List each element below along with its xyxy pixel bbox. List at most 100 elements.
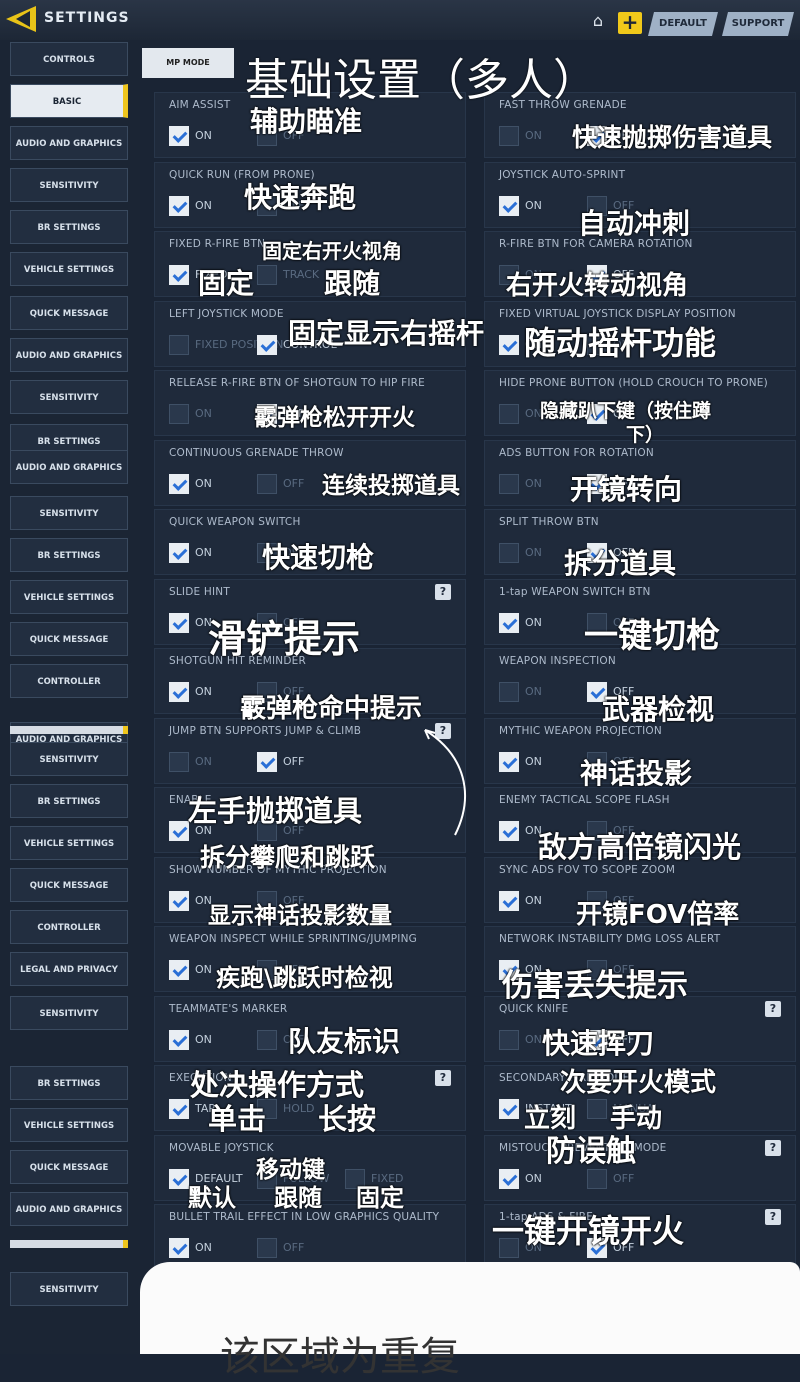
checkbox[interactable] xyxy=(257,334,277,355)
support-button[interactable]: SUPPORT xyxy=(722,12,794,36)
checkbox[interactable] xyxy=(169,404,189,424)
chinese-annotation: 开镜转向 xyxy=(570,473,683,506)
sidebar-item[interactable]: CONTROLLER xyxy=(10,664,128,698)
sidebar-item[interactable]: AUDIO AND GRAPHICS xyxy=(10,126,128,160)
checkbox[interactable] xyxy=(257,1029,277,1050)
option-label: ON xyxy=(195,963,212,976)
checkbox[interactable] xyxy=(499,1168,519,1189)
checkbox[interactable] xyxy=(257,751,277,772)
sidebar-item[interactable]: BR SETTINGS xyxy=(10,210,128,244)
home-icon[interactable]: ⌂ xyxy=(588,11,608,31)
checkbox[interactable] xyxy=(587,1099,607,1119)
sidebar-item[interactable]: SENSITIVITY xyxy=(10,1272,128,1306)
setting-title: SPLIT THROW BTN xyxy=(499,516,599,528)
sidebar-item[interactable]: VEHICLE SETTINGS xyxy=(10,580,128,614)
sidebar-item[interactable]: BR SETTINGS xyxy=(10,784,128,818)
checkbox[interactable] xyxy=(499,751,519,772)
chinese-annotation: 连续投掷道具 xyxy=(322,473,460,499)
checkbox[interactable] xyxy=(169,334,189,355)
checkbox[interactable] xyxy=(169,960,189,980)
setting-panel: BULLET TRAIL EFFECT IN LOW GRAPHICS QUAL… xyxy=(154,1204,466,1270)
sidebar-item[interactable]: QUICK MESSAGE xyxy=(10,296,128,330)
sidebar-item[interactable]: BR SETTINGS xyxy=(10,538,128,572)
sidebar-item[interactable]: BR SETTINGS xyxy=(10,1066,128,1100)
chinese-annotation: 一键切枪 xyxy=(584,616,720,656)
checkbox[interactable] xyxy=(499,612,519,633)
sidebar-item[interactable]: AUDIO AND GRAPHICS xyxy=(10,338,128,372)
checkbox[interactable] xyxy=(169,473,189,494)
checkbox[interactable] xyxy=(169,265,189,285)
option-label: ON xyxy=(525,893,542,907)
checkbox[interactable] xyxy=(499,404,519,424)
checkbox[interactable] xyxy=(169,1029,189,1050)
checkbox[interactable] xyxy=(499,1099,519,1119)
checkbox[interactable] xyxy=(169,543,189,563)
sidebar-item[interactable]: QUICK MESSAGE xyxy=(10,1150,128,1184)
sidebar-item[interactable]: LEGAL AND PRIVACY xyxy=(10,952,128,986)
checkbox[interactable] xyxy=(169,195,189,216)
default-button[interactable]: DEFAULT xyxy=(648,12,718,36)
sidebar-item[interactable]: VEHICLE SETTINGS xyxy=(10,826,128,860)
sidebar-item[interactable]: SENSITIVITY xyxy=(10,168,128,202)
checkbox[interactable] xyxy=(169,1168,189,1189)
checkbox[interactable] xyxy=(499,126,519,146)
sidebar-item[interactable]: AUDIO AND GRAPHICS xyxy=(10,450,128,484)
chinese-annotation: 次要开火模式 xyxy=(560,1068,717,1098)
checkbox[interactable] xyxy=(499,1029,519,1050)
checkbox[interactable] xyxy=(169,821,189,841)
setting-title: AIM ASSIST xyxy=(169,99,231,111)
option-label: ON xyxy=(525,129,542,142)
help-icon[interactable]: ? xyxy=(765,1209,781,1225)
checkbox[interactable] xyxy=(169,126,189,146)
checkbox[interactable] xyxy=(499,543,519,563)
checkbox[interactable] xyxy=(587,1168,607,1189)
help-icon[interactable]: ? xyxy=(765,1139,781,1156)
option-label: ON xyxy=(525,754,542,768)
sidebar-item[interactable]: SENSITIVITY xyxy=(10,380,128,414)
help-icon[interactable]: ? xyxy=(435,1070,451,1086)
checkbox[interactable] xyxy=(169,890,189,911)
checkbox[interactable] xyxy=(499,890,519,911)
checkbox[interactable] xyxy=(499,334,519,355)
checkbox[interactable] xyxy=(169,1238,189,1258)
checkbox[interactable] xyxy=(499,473,519,494)
plus-icon[interactable]: + xyxy=(618,12,642,34)
sidebar-item[interactable]: QUICK MESSAGE xyxy=(10,622,128,656)
chinese-annotation: 伤害丢失提示 xyxy=(502,968,688,1004)
checkbox[interactable] xyxy=(169,1099,189,1119)
setting-title: TEAMMATE'S MARKER xyxy=(169,1002,288,1015)
checkbox[interactable] xyxy=(169,612,189,633)
help-icon[interactable]: ? xyxy=(765,1000,781,1017)
setting-title: JUMP BTN SUPPORTS JUMP & CLIMB xyxy=(169,724,362,737)
sidebar-item[interactable]: CONTROLLER xyxy=(10,910,128,944)
sidebar-item[interactable]: CONTROLS xyxy=(10,42,128,76)
checkbox[interactable] xyxy=(257,265,277,285)
checkbox[interactable] xyxy=(499,195,519,216)
help-icon[interactable]: ? xyxy=(435,583,451,600)
sidebar-item[interactable]: VEHICLE SETTINGS xyxy=(10,1108,128,1142)
checkbox[interactable] xyxy=(169,682,189,702)
option-label: OFF xyxy=(283,476,305,490)
sidebar-item[interactable]: SENSITIVITY xyxy=(10,996,128,1030)
chinese-annotation: 辅助瞄准 xyxy=(250,105,363,138)
chinese-annotation: 随动摇杆功能 xyxy=(524,324,717,362)
sidebar-item[interactable]: SENSITIVITY xyxy=(10,742,128,776)
setting-title: ADS BUTTON FOR ROTATION xyxy=(499,446,654,459)
sidebar-item[interactable]: VEHICLE SETTINGS xyxy=(10,252,128,286)
checkbox[interactable] xyxy=(169,751,189,772)
checkbox[interactable] xyxy=(257,1238,277,1258)
sidebar-item[interactable]: SENSITIVITY xyxy=(10,496,128,530)
tab-mp-mode[interactable]: MP MODE xyxy=(142,48,234,78)
checkbox[interactable] xyxy=(499,821,519,841)
checkbox[interactable] xyxy=(257,473,277,494)
sidebar-section-divider xyxy=(10,1240,128,1248)
option-label: ON xyxy=(525,1171,542,1185)
sidebar-section-divider xyxy=(10,726,128,734)
sidebar-item[interactable]: QUICK MESSAGE xyxy=(10,868,128,902)
chinese-annotation: 默认 xyxy=(188,1184,236,1212)
chinese-annotation: 单击 xyxy=(208,1102,267,1136)
chinese-annotation: 拆分道具 xyxy=(564,547,677,580)
sidebar-item[interactable]: AUDIO AND GRAPHICS xyxy=(10,1192,128,1226)
checkbox[interactable] xyxy=(499,682,519,702)
sidebar-item[interactable]: BASIC xyxy=(10,84,128,118)
